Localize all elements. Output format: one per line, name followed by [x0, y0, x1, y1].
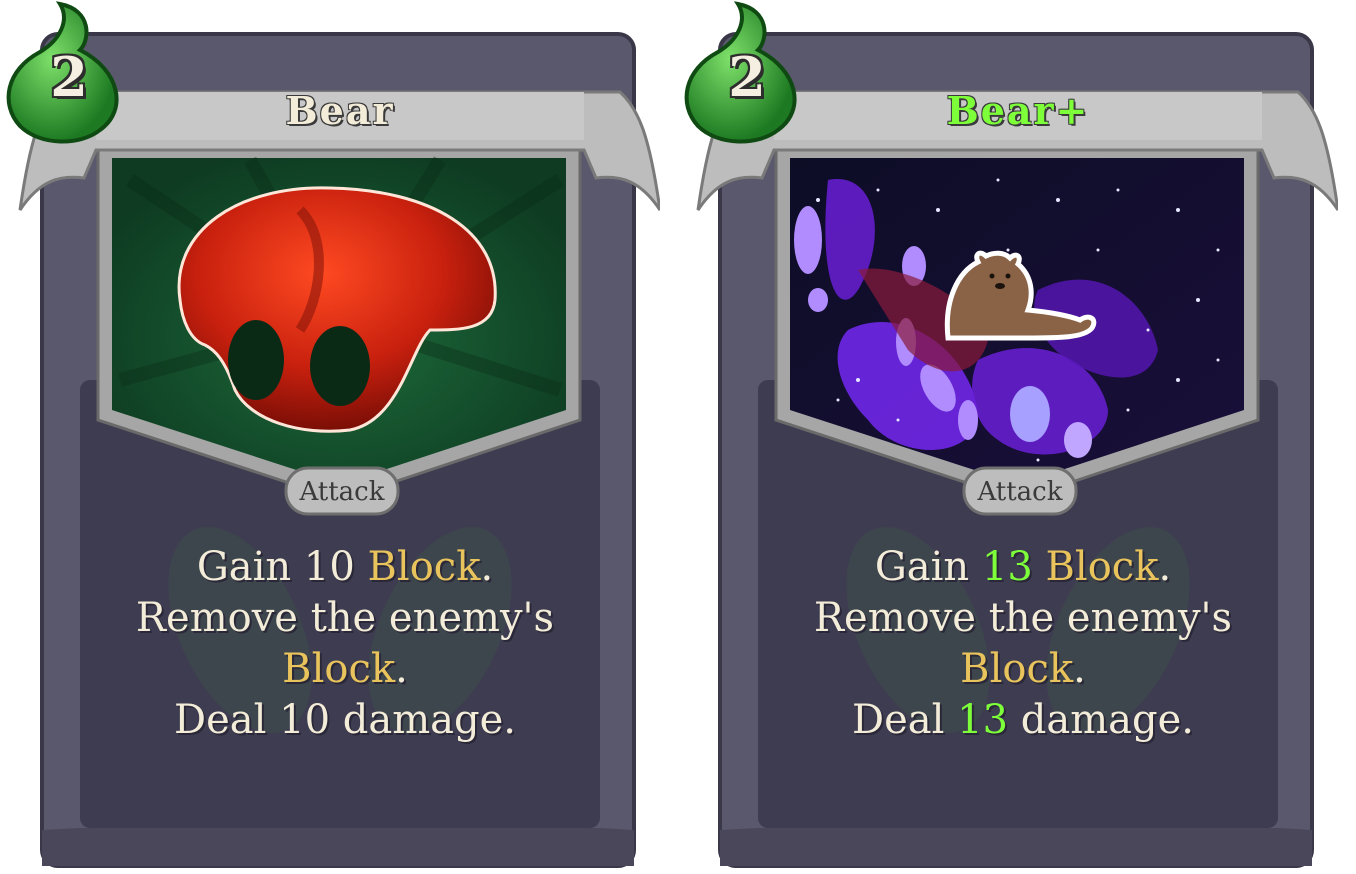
desc-line-3: Block.: [788, 644, 1258, 695]
card-bear-plus[interactable]: 2 Bear+ Attack Gain 13 Block. Remove the…: [678, 0, 1338, 874]
keyword-block: Block: [1032, 544, 1159, 590]
energy-cost: 2: [50, 45, 88, 109]
desc-text: .: [395, 646, 408, 692]
card-description: Gain 10 Block. Remove the enemy's Block.…: [110, 542, 580, 746]
desc-text: .: [1073, 646, 1086, 692]
card-type-label: Attack: [977, 477, 1063, 507]
desc-text: Gain 10: [196, 544, 368, 590]
desc-line-1: Gain 13 Block.: [788, 542, 1258, 593]
desc-line-4: Deal 13 damage.: [788, 695, 1258, 746]
card-title: Bear: [285, 88, 395, 133]
upgraded-value: 13: [957, 697, 1009, 743]
desc-text: .: [1158, 544, 1172, 590]
desc-text: .: [480, 544, 494, 590]
desc-text: Gain: [874, 544, 982, 590]
desc-line-2: Remove the enemy's: [813, 595, 1233, 641]
card-description: Gain 13 Block. Remove the enemy's Block.…: [788, 542, 1258, 746]
card-bear[interactable]: 2 Bear Attack Gain 10 Block. Remove the …: [0, 0, 660, 874]
desc-line-2: Remove the enemy's: [135, 595, 555, 641]
keyword-block: Block: [367, 544, 481, 590]
energy-cost: 2: [728, 45, 766, 109]
desc-text: Deal: [852, 697, 958, 743]
upgraded-value: 13: [981, 544, 1033, 590]
card-title: Bear+: [946, 88, 1090, 133]
desc-line-3: Block.: [110, 644, 580, 695]
desc-line-1: Gain 10 Block.: [110, 542, 580, 593]
desc-line-4: Deal 10 damage.: [174, 697, 516, 743]
card-type-label: Attack: [299, 477, 385, 507]
desc-text: damage.: [1008, 697, 1194, 743]
keyword-block: Block: [960, 646, 1074, 692]
keyword-block: Block: [282, 646, 396, 692]
